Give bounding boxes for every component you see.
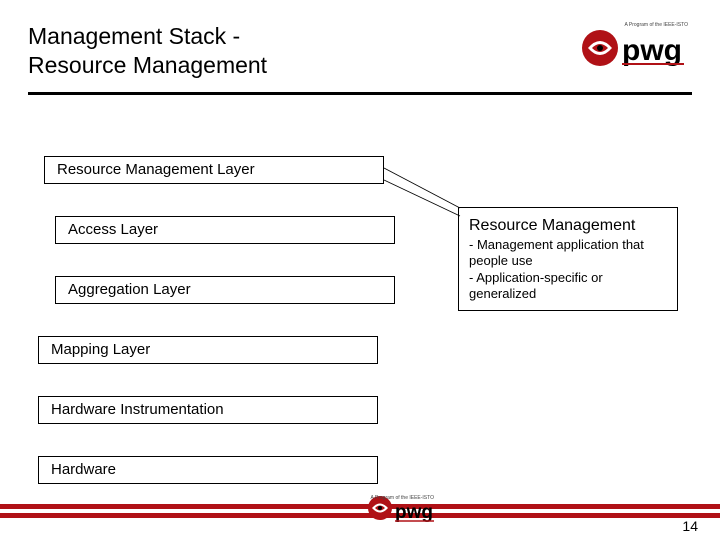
layer-access: Access Layer [55, 216, 395, 244]
layer-resource-management: Resource Management Layer [44, 156, 384, 184]
logo-tagline-bottom: A Program of the IEEE-ISTO [370, 495, 434, 501]
layer-hardware: Hardware [38, 456, 378, 484]
layer-mapping: Mapping Layer [38, 336, 378, 364]
callout-line1: - Management application that people use [469, 237, 667, 268]
layer-hardware-instrumentation: Hardware Instrumentation [38, 396, 378, 424]
callout-title: Resource Management [469, 216, 667, 235]
pwg-logo-top: A Program of the IEEE-ISTO pwg [580, 18, 690, 70]
logo-text-top: pwg [622, 34, 682, 67]
footer-bar [0, 504, 720, 518]
page-number: 14 [682, 518, 698, 534]
title-underline [28, 92, 692, 95]
callout-line2: - Application-specific or generalized [469, 270, 667, 301]
logo-text-bottom: pwg [395, 502, 433, 523]
footer-stripe [0, 509, 720, 513]
callout-resource-management: Resource Management - Management applica… [458, 207, 678, 311]
logo-tagline-top: A Program of the IEEE-ISTO [624, 22, 688, 28]
layer-aggregation: Aggregation Layer [55, 276, 395, 304]
pwg-logo-bottom: pwg A Program of the IEEE-ISTO [368, 492, 438, 526]
